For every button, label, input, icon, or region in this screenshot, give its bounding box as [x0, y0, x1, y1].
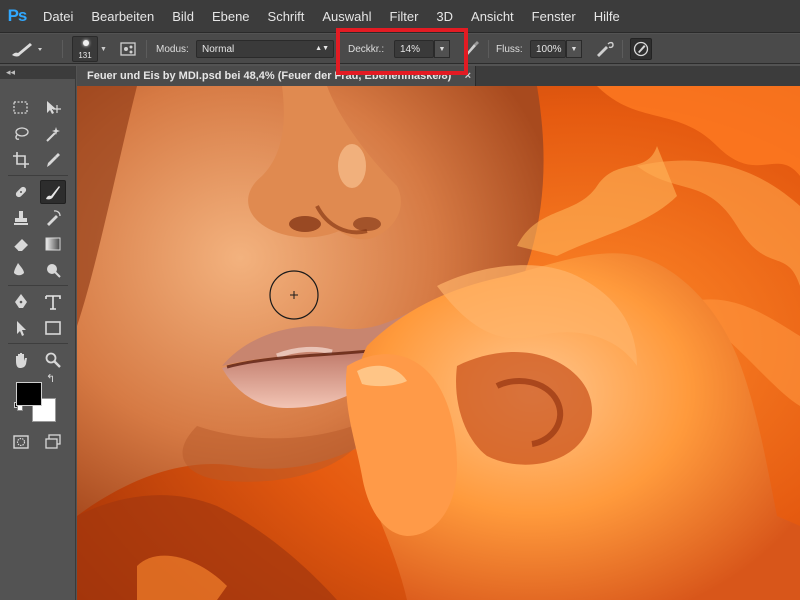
eyedropper-icon	[47, 153, 60, 167]
tablet-pressure-icon	[630, 38, 652, 60]
airbrush-icon	[594, 38, 616, 60]
eraser-tool[interactable]	[8, 232, 34, 256]
mode-value: Normal	[202, 43, 235, 55]
dodge-icon	[47, 264, 61, 278]
flow-value: 100%	[536, 43, 562, 55]
mode-label: Modus:	[156, 43, 189, 55]
path-selection-arrow-icon	[17, 321, 26, 336]
clone-stamp-tool[interactable]	[8, 206, 34, 230]
brush-panel-icon	[118, 38, 140, 60]
path-selection-tool[interactable]	[8, 316, 34, 340]
chevron-down-icon: ▼	[100, 45, 107, 53]
magic-wand-icon	[46, 127, 60, 142]
menu-schrift[interactable]: Schrift	[259, 0, 314, 33]
history-brush-tool[interactable]	[40, 206, 66, 230]
flow-field[interactable]: 100% ▼	[530, 34, 582, 64]
brush-size-picker[interactable]: 131 ▼	[72, 34, 107, 64]
type-tool[interactable]	[40, 290, 66, 314]
stamp-icon	[14, 211, 28, 225]
menu-ebene[interactable]: Ebene	[203, 0, 259, 33]
zoom-tool[interactable]	[40, 348, 66, 372]
magnifier-icon	[45, 352, 61, 368]
screen-mode-toggle[interactable]	[40, 430, 66, 454]
document-canvas[interactable]	[77, 86, 800, 600]
menu-bild[interactable]: Bild	[163, 0, 203, 33]
menu-datei[interactable]: Datei	[34, 0, 82, 33]
marquee-tool[interactable]	[8, 96, 34, 120]
move-tool[interactable]	[40, 96, 66, 120]
hand-tool[interactable]	[8, 348, 34, 372]
tool-preset-picker[interactable]	[6, 34, 46, 64]
menu-fenster[interactable]: Fenster	[523, 0, 585, 33]
mode-select[interactable]: Normal ▲▼	[196, 34, 334, 64]
brush-panel-toggle[interactable]	[118, 34, 140, 64]
foreground-color-swatch[interactable]	[16, 382, 42, 406]
gradient-tool[interactable]	[40, 232, 66, 256]
eraser-icon	[13, 239, 28, 252]
brush-tip-icon	[83, 40, 89, 46]
hand-icon	[16, 353, 27, 368]
tablet-pressure-size-toggle[interactable]	[630, 34, 652, 64]
blur-drop-icon	[14, 263, 24, 276]
quick-mask-toggle[interactable]	[8, 430, 34, 454]
menu-ansicht[interactable]: Ansicht	[462, 0, 523, 33]
dodge-tool[interactable]	[40, 258, 66, 282]
magic-wand-tool[interactable]	[40, 122, 66, 146]
opacity-highlight-box	[336, 28, 468, 75]
artwork-image	[77, 86, 800, 600]
gradient-icon	[45, 237, 61, 251]
pen-nib-icon	[15, 294, 27, 308]
quick-mask-icon	[13, 435, 29, 449]
lasso-tool[interactable]	[8, 122, 34, 146]
crop-icon	[13, 152, 29, 168]
airbrush-toggle[interactable]	[594, 34, 616, 64]
lasso-icon	[15, 127, 29, 140]
type-t-icon	[45, 295, 61, 310]
brush-icon	[46, 186, 60, 200]
photoshop-logo: Ps	[7, 6, 28, 25]
rectangle-shape-icon	[45, 321, 61, 335]
move-arrow-icon	[47, 101, 61, 114]
crop-tool[interactable]	[8, 148, 34, 172]
healing-brush-tool[interactable]	[8, 180, 34, 204]
bandage-icon	[15, 186, 27, 198]
tools-panel: ◂◂ ↰	[0, 66, 76, 600]
brush-size-value: 131	[78, 51, 92, 60]
swap-colors-icon[interactable]: ↰	[46, 372, 55, 385]
rectangular-marquee-icon	[13, 101, 28, 114]
brush-tool[interactable]	[40, 180, 66, 204]
tools-panel-collapse[interactable]: ◂◂	[0, 66, 75, 79]
updown-arrows-icon: ▲▼	[315, 45, 329, 52]
menu-hilfe[interactable]: Hilfe	[585, 0, 629, 33]
chevron-down-icon: ▼	[570, 45, 578, 53]
brush-tool-icon	[12, 43, 42, 57]
history-brush-icon	[47, 210, 61, 226]
flow-dropdown-button[interactable]: ▼	[566, 40, 582, 58]
eyedropper-tool[interactable]	[40, 148, 66, 172]
flow-label: Fluss:	[496, 43, 523, 55]
pen-tool[interactable]	[8, 290, 34, 314]
menu-bearbeiten[interactable]: Bearbeiten	[82, 0, 163, 33]
blur-tool[interactable]	[8, 258, 34, 282]
rectangle-tool[interactable]	[40, 316, 66, 340]
screen-mode-icon	[45, 434, 61, 449]
